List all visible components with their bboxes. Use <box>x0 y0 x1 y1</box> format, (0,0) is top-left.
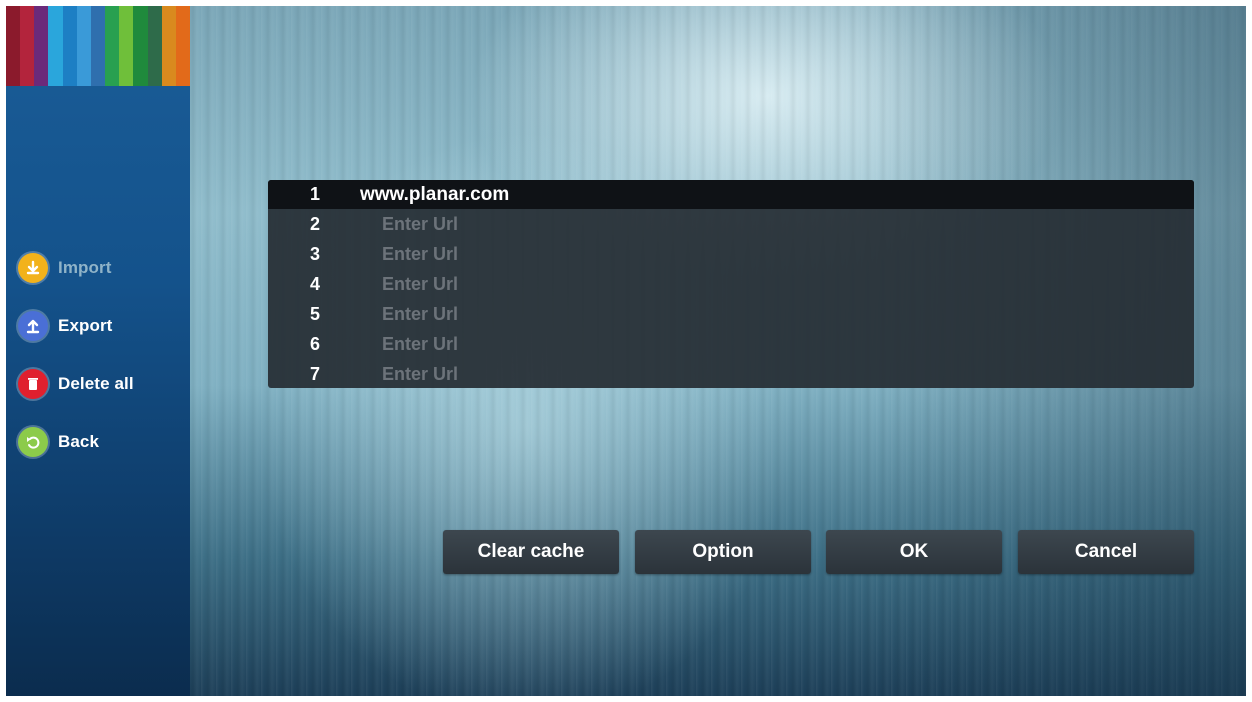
url-list: 1 www.planar.com 2 Enter Url 3 Enter Url… <box>268 180 1194 388</box>
url-row[interactable]: 1 www.planar.com <box>268 180 1194 209</box>
cancel-button[interactable]: Cancel <box>1018 530 1194 574</box>
url-input-placeholder: Enter Url <box>382 334 459 354</box>
sidebar: Import Export Delete all Back <box>6 6 191 696</box>
url-row-number: 1 <box>309 184 320 204</box>
url-row-number: 3 <box>309 244 320 264</box>
download-icon <box>18 253 48 283</box>
url-input-placeholder: Enter Url <box>382 364 459 384</box>
url-row[interactable]: 7 Enter Url <box>268 360 1194 389</box>
url-row-number: 2 <box>309 214 320 234</box>
sidebar-color-strip <box>6 6 191 86</box>
url-input-placeholder: Enter Url <box>382 214 459 234</box>
url-input-placeholder: Enter Url <box>382 304 459 324</box>
sidebar-item-import[interactable]: Import <box>18 252 111 284</box>
url-row-number: 5 <box>309 304 320 324</box>
ok-button[interactable]: OK <box>826 530 1002 574</box>
url-row-number: 7 <box>309 364 320 384</box>
url-row-number: 6 <box>309 334 320 354</box>
upload-icon <box>18 311 48 341</box>
sidebar-item-label: Back <box>58 432 100 451</box>
url-value: www.planar.com <box>360 183 510 205</box>
trash-icon <box>18 369 48 399</box>
sidebar-item-label: Delete all <box>58 374 134 393</box>
sidebar-item-back[interactable]: Back <box>18 426 99 458</box>
url-row[interactable]: 5 Enter Url <box>268 300 1194 329</box>
sidebar-item-label: Import <box>58 258 112 277</box>
sidebar-item-export[interactable]: Export <box>18 310 112 342</box>
screen: Import Export Delete all Back 1 www.plan… <box>6 6 1246 696</box>
back-icon <box>18 427 48 457</box>
url-input-placeholder: Enter Url <box>382 274 459 294</box>
option-button[interactable]: Option <box>635 530 811 574</box>
url-row-number: 4 <box>309 274 320 294</box>
sidebar-item-label: Export <box>58 316 113 335</box>
sidebar-item-delete-all[interactable]: Delete all <box>18 368 134 400</box>
url-row[interactable]: 6 Enter Url <box>268 330 1194 359</box>
url-row[interactable]: 3 Enter Url <box>268 240 1194 269</box>
url-row[interactable]: 2 Enter Url <box>268 210 1194 239</box>
url-input-placeholder: Enter Url <box>382 244 459 264</box>
clear-cache-button[interactable]: Clear cache <box>443 530 619 574</box>
url-row[interactable]: 4 Enter Url <box>268 270 1194 299</box>
